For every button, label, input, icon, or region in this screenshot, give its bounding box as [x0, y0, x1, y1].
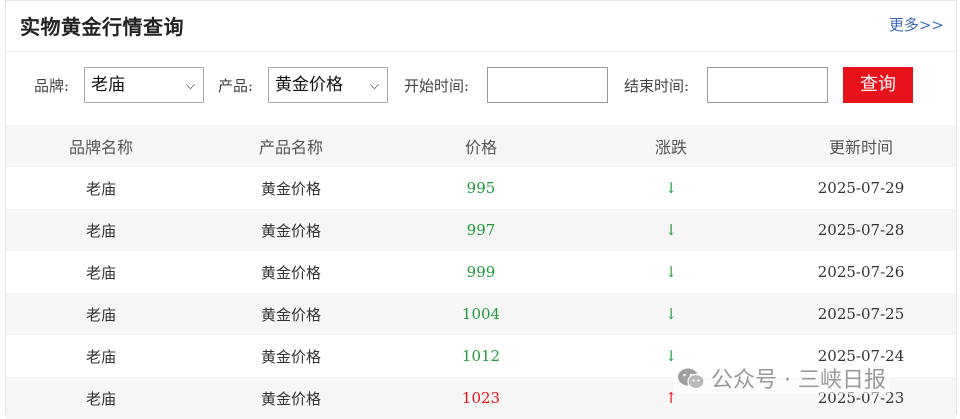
- cell-price: 1023: [461, 389, 501, 407]
- brand-select[interactable]: 老庙 ⌵: [84, 67, 204, 103]
- column-header-brand: 品牌名称: [68, 138, 133, 157]
- cell-price: 999: [466, 263, 496, 281]
- column-header-change: 涨跌: [654, 138, 687, 157]
- wechat-icon: [678, 368, 705, 390]
- table-row: 老庙 黄金价格 1004 ↓ 2025-07-25: [6, 293, 956, 335]
- cell-price: 1012: [461, 347, 501, 365]
- filter-bar: 品牌: 老庙 ⌵ 产品: 黄金价格 ⌵ 开始时间: 结束时间: 查询: [6, 51, 956, 125]
- start-time-input[interactable]: [487, 67, 608, 103]
- watermark-text: 公众号 · 三峡日报: [711, 368, 886, 393]
- panel-header: 实物黄金行情查询 更多>>: [6, 1, 956, 52]
- product-select[interactable]: 黄金价格 ⌵: [268, 67, 388, 103]
- gold-price-panel: 实物黄金行情查询 更多>> 品牌: 老庙 ⌵ 产品: 黄金价格 ⌵ 开始时间: …: [5, 0, 957, 419]
- end-time-input[interactable]: [707, 67, 828, 103]
- watermark: 公众号 · 三峡日报: [673, 362, 890, 394]
- cell-product: 黄金价格: [260, 389, 321, 408]
- arrow-down-icon: ↓: [664, 179, 678, 197]
- table-row: 老庙 黄金价格 999 ↓ 2025-07-26: [6, 251, 956, 293]
- arrow-down-icon: ↓: [664, 263, 678, 281]
- cell-brand: 老庙: [85, 305, 116, 324]
- cell-brand: 老庙: [85, 179, 116, 198]
- table-row: 老庙 黄金价格 997 ↓ 2025-07-28: [6, 209, 956, 251]
- arrow-down-icon: ↓: [664, 305, 678, 323]
- cell-product: 黄金价格: [260, 347, 321, 366]
- table-row: 老庙 黄金价格 995 ↓ 2025-07-29: [6, 167, 956, 209]
- arrow-down-icon: ↓: [664, 221, 678, 239]
- more-link[interactable]: 更多>>: [889, 14, 944, 35]
- cell-brand: 老庙: [85, 221, 116, 240]
- product-select-value: 黄金价格: [275, 75, 343, 95]
- cell-price: 1004: [461, 305, 501, 323]
- brand-label: 品牌:: [34, 77, 70, 95]
- end-time-label: 结束时间:: [624, 77, 690, 95]
- cell-brand: 老庙: [85, 389, 116, 408]
- column-header-product: 产品名称: [258, 138, 323, 157]
- chevron-down-icon: ⌵: [185, 78, 195, 92]
- page-title: 实物黄金行情查询: [20, 15, 184, 39]
- column-header-price: 价格: [464, 138, 497, 157]
- cell-date: 2025-07-26: [817, 263, 905, 281]
- cell-price: 995: [466, 179, 496, 197]
- cell-product: 黄金价格: [260, 221, 321, 240]
- cell-date: 2025-07-25: [817, 305, 905, 323]
- cell-product: 黄金价格: [260, 179, 321, 198]
- cell-price: 997: [466, 221, 496, 239]
- cell-product: 黄金价格: [260, 305, 321, 324]
- chevron-down-icon: ⌵: [369, 78, 379, 92]
- cell-brand: 老庙: [85, 347, 116, 366]
- cell-date: 2025-07-28: [817, 221, 905, 239]
- brand-select-value: 老庙: [91, 75, 125, 95]
- cell-product: 黄金价格: [260, 263, 321, 282]
- query-button[interactable]: 查询: [843, 67, 913, 103]
- cell-brand: 老庙: [85, 263, 116, 282]
- product-label: 产品:: [218, 77, 254, 95]
- cell-date: 2025-07-29: [817, 179, 905, 197]
- table-header-row: 品牌名称 产品名称 价格 涨跌 更新时间: [6, 125, 956, 167]
- start-time-label: 开始时间:: [404, 77, 470, 95]
- column-header-updated: 更新时间: [828, 138, 893, 157]
